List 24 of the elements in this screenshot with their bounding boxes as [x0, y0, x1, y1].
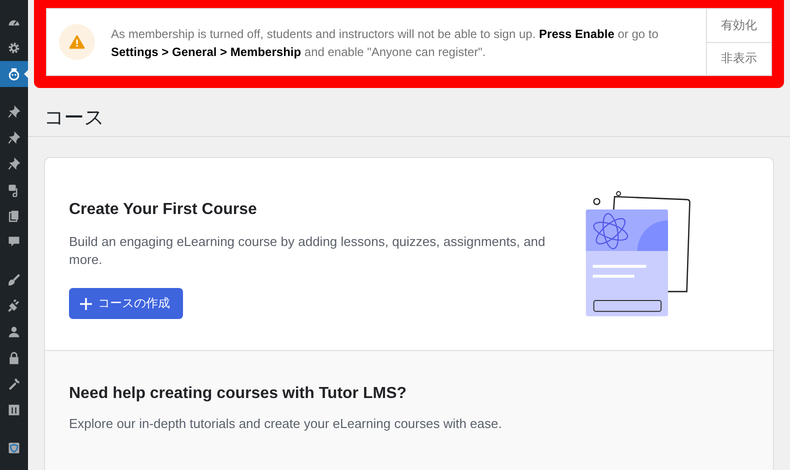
lock-icon: [7, 351, 21, 365]
sidebar-item[interactable]: [0, 61, 28, 87]
pin-icon: [7, 105, 21, 119]
pin-icon: [7, 157, 21, 171]
help-title: Need help creating courses with Tutor LMS?: [69, 385, 408, 403]
speech-bubble-icon: [7, 235, 21, 249]
robot-face-icon: [7, 67, 21, 81]
grid-icon: [7, 403, 21, 417]
warning-icon: [59, 24, 95, 60]
plug-icon: [7, 299, 21, 313]
help-description: Explore our in-depth tutorials and create your eLearning courses with ease.: [69, 415, 503, 433]
empty-state-title: Create Your First Course: [69, 201, 258, 219]
user-icon: [7, 325, 21, 339]
notice-message: As membership is turned off, students and instructors will not be able to sign up. Press Enable or go to Settings > General > Membership and enable "Anyone can register".: [111, 26, 660, 61]
page-title: コース: [44, 106, 104, 130]
empty-state-description: Build an engaging eLearning course by adding lessons, quizzes, assignments, and more.: [69, 233, 546, 269]
plus-icon: [80, 298, 92, 310]
create-course-button[interactable]: コースの作成: [69, 288, 183, 319]
wrench-icon: [7, 377, 21, 391]
brush-icon: [7, 273, 21, 287]
pin-icon: [7, 131, 21, 145]
shield-check-icon: [7, 441, 21, 455]
settings-icon: [7, 41, 21, 55]
pages-icon: [7, 209, 21, 223]
